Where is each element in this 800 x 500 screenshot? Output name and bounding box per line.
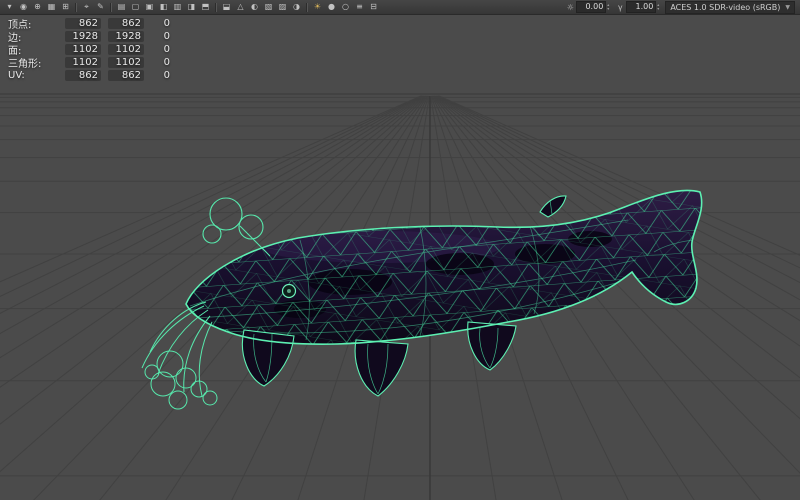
gamma-spinner[interactable]: ▴ ▾ <box>657 3 659 11</box>
multisample-icon[interactable]: ⊟ <box>367 1 380 13</box>
pelvic-fin[interactable] <box>354 339 409 397</box>
hud-value-shaded: 862 <box>108 18 144 29</box>
hud-value-total: 1102 <box>65 44 101 55</box>
hud-value-shaded: 1102 <box>108 57 144 68</box>
gamma-icon: γ <box>617 2 623 12</box>
hud-value-selected: 0 <box>163 31 170 42</box>
motion-blur-icon[interactable]: ≡ <box>353 1 366 13</box>
hud-value-selected: 0 <box>163 57 170 68</box>
fish-eye <box>281 283 297 299</box>
fish-model[interactable] <box>141 174 730 410</box>
select-camera-icon[interactable]: ▾ <box>3 1 16 13</box>
anal-fin[interactable] <box>467 321 517 371</box>
viewport-3d[interactable] <box>0 14 800 500</box>
toolbar-separator <box>215 2 217 12</box>
dorsal-fin[interactable] <box>539 195 567 218</box>
hud-label: 三角形: <box>8 59 42 70</box>
textured-icon[interactable]: ◑ <box>290 1 303 13</box>
frame-selection-icon[interactable]: △ <box>234 1 247 13</box>
hud-value-total: 862 <box>65 70 101 81</box>
camera-attributes-icon[interactable]: ⊕ <box>31 1 44 13</box>
exposure-control[interactable]: ☼ 0.00 ▴ ▾ <box>565 1 609 13</box>
exposure-spinner[interactable]: ▴ ▾ <box>607 3 609 11</box>
hud-value-selected: 0 <box>163 44 170 55</box>
hud-value-shaded: 1928 <box>108 31 144 42</box>
isolate-select-icon[interactable]: ◐ <box>248 1 261 13</box>
hud-row-triangles: 三角形: 1102 1102 0 <box>8 56 173 70</box>
hud-value-selected: 0 <box>163 18 170 29</box>
gamma-control[interactable]: γ 1.00 ▴ ▾ <box>615 1 659 13</box>
ao-icon[interactable]: ○ <box>339 1 352 13</box>
view-transform-label: ACES 1.0 SDR-video (sRGB) <box>670 2 781 12</box>
poly-count-hud: 顶点: 862 862 0 边: 1928 1928 0 面: 1102 110… <box>8 17 173 82</box>
hud-value-total: 1102 <box>65 57 101 68</box>
viewport-toolbar: ▾ ◉ ⊕ ▦ ⊞ ⌖ ✎ ▤ ▢ ▣ ◧ ▥ ◨ ⬒ ⬓ △ ◐ ▧ ▨ ◑ … <box>0 0 800 15</box>
chevron-down-icon: ▼ <box>785 3 790 11</box>
exposure-icon: ☼ <box>566 2 574 12</box>
field-chart-icon[interactable]: ▥ <box>171 1 184 13</box>
grid-icon[interactable]: ▤ <box>115 1 128 13</box>
hud-value-total: 862 <box>65 18 101 29</box>
film-gate-icon[interactable]: ▢ <box>129 1 142 13</box>
viewport-canvas[interactable] <box>0 14 800 500</box>
hud-label: UV: <box>8 70 25 81</box>
safe-title-icon[interactable]: ⬒ <box>199 1 212 13</box>
bookmarks-icon[interactable]: ▦ <box>45 1 58 13</box>
grease-pencil-icon[interactable]: ✎ <box>94 1 107 13</box>
shadows-icon[interactable]: ● <box>325 1 338 13</box>
pan-zoom-icon[interactable]: ⌖ <box>80 1 93 13</box>
spinner-down-icon[interactable]: ▾ <box>607 7 609 11</box>
hud-value-total: 1928 <box>65 31 101 42</box>
spinner-down-icon[interactable]: ▾ <box>657 7 659 11</box>
view-transform-select[interactable]: ACES 1.0 SDR-video (sRGB) ▼ <box>665 0 795 14</box>
hud-row-uv: UV: 862 862 0 <box>8 69 173 82</box>
toolbar-separator <box>75 2 77 12</box>
toolbar-separator <box>306 2 308 12</box>
gamma-value[interactable]: 1.00 <box>626 1 657 13</box>
gate-mask-icon[interactable]: ◧ <box>157 1 170 13</box>
exposure-value[interactable]: 0.00 <box>576 1 607 13</box>
frame-all-icon[interactable]: ⬓ <box>220 1 233 13</box>
xray-icon[interactable]: ▧ <box>262 1 275 13</box>
toolbar-separator <box>110 2 112 12</box>
lock-camera-icon[interactable]: ◉ <box>17 1 30 13</box>
safe-action-icon[interactable]: ◨ <box>185 1 198 13</box>
hud-value-shaded: 862 <box>108 70 144 81</box>
hud-value-shaded: 1102 <box>108 44 144 55</box>
viewport-window: ▾ ◉ ⊕ ▦ ⊞ ⌖ ✎ ▤ ▢ ▣ ◧ ▥ ◨ ⬒ ⬓ △ ◐ ▧ ▨ ◑ … <box>0 0 800 500</box>
resolution-gate-icon[interactable]: ▣ <box>143 1 156 13</box>
lights-icon[interactable]: ☀ <box>311 1 324 13</box>
wireframe-on-shaded-icon[interactable]: ▨ <box>276 1 289 13</box>
hud-value-selected: 0 <box>163 70 170 81</box>
image-plane-icon[interactable]: ⊞ <box>59 1 72 13</box>
